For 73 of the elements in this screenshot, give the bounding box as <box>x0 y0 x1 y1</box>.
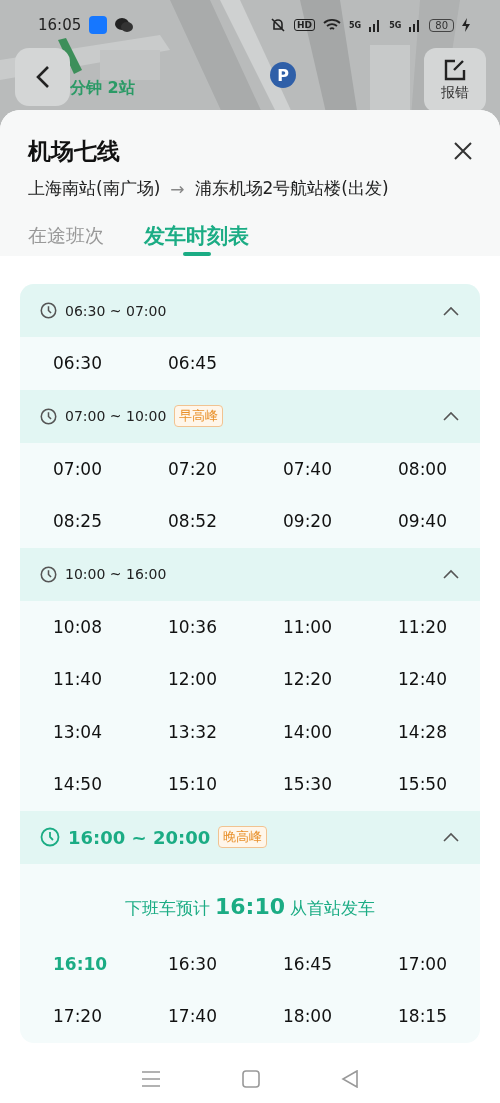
direction-arrow: → <box>170 178 185 199</box>
departure-time: 17:20 <box>52 1005 103 1029</box>
departure-time: 18:00 <box>282 1005 333 1029</box>
charging-icon <box>462 18 470 32</box>
departure-time: 07:40 <box>282 457 333 481</box>
network-label: 5G <box>389 20 402 30</box>
line-title: 机场七线 <box>28 137 120 166</box>
clock-icon <box>40 302 57 319</box>
departure-time: 10:08 <box>52 615 103 639</box>
departure-time: 09:20 <box>282 510 333 534</box>
departure-time: 09:40 <box>397 510 448 534</box>
home-button[interactable] <box>242 1070 260 1088</box>
departure-time: 07:00 <box>52 457 103 481</box>
hd-badge: HD <box>293 19 315 31</box>
period-header[interactable]: 06:30 ~ 07:00 <box>20 284 480 337</box>
departure-time: 16:45 <box>282 952 333 976</box>
departure-time: 11:00 <box>282 615 333 639</box>
departure-time: 13:04 <box>52 720 103 744</box>
departure-time: 15:30 <box>282 773 333 797</box>
peak-tag: 早高峰 <box>174 405 224 427</box>
departure-time: 14:28 <box>397 720 448 744</box>
departure-time: 10:36 <box>167 615 218 639</box>
clock-icon <box>40 407 57 425</box>
destination-stop: 浦东机场2号航站楼(出发) <box>194 177 389 200</box>
departure-time: 12:40 <box>397 668 448 692</box>
chat-icon <box>115 17 134 33</box>
signal-icon <box>369 18 382 32</box>
origin-stop: 上海南站(南广场) <box>28 177 161 200</box>
departure-time: 16:10 <box>52 952 109 976</box>
departure-time: 15:10 <box>167 773 218 797</box>
back-nav-button[interactable] <box>341 1070 360 1088</box>
signal-icon <box>409 18 422 32</box>
departure-time: 17:40 <box>167 1005 218 1029</box>
departure-time: 08:52 <box>167 510 218 534</box>
departure-time: 06:30 <box>52 352 103 376</box>
period-range: 16:00 ~ 20:00 <box>68 826 211 848</box>
report-button[interactable]: 报错 <box>424 48 486 112</box>
departure-time: 14:00 <box>282 720 333 744</box>
departure-time: 11:40 <box>52 668 103 692</box>
period-range: 10:00 ~ 16:00 <box>65 566 167 582</box>
period-range: 07:00 ~ 10:00 <box>65 408 167 424</box>
close-button[interactable] <box>452 140 474 162</box>
departure-time: 07:20 <box>167 457 218 481</box>
departure-time: 16:30 <box>167 952 218 976</box>
departure-time: 08:00 <box>397 457 448 481</box>
wifi-icon <box>323 18 341 32</box>
menu-button[interactable] <box>140 1070 161 1088</box>
departure-time: 14:50 <box>52 773 103 797</box>
departure-time: 13:32 <box>167 720 218 744</box>
period-header[interactable]: 07:00 ~ 10:00 早高峰 <box>20 389 480 443</box>
departure-time: 06:45 <box>167 352 218 376</box>
departure-time: 11:20 <box>397 615 448 639</box>
departure-time: 12:20 <box>282 668 333 692</box>
period-header[interactable]: 10:00 ~ 16:00 <box>20 547 480 601</box>
peak-tag: 晚高峰 <box>218 826 268 848</box>
clock-icon <box>40 827 60 847</box>
clock: 16:05 <box>38 16 82 34</box>
departure-notice: 下班车预计 16:10 从首站发车 <box>123 892 377 921</box>
clock-icon <box>40 565 57 583</box>
network-label: 5G <box>349 20 362 30</box>
back-button[interactable] <box>15 48 70 106</box>
battery-level: 80 <box>429 18 454 32</box>
app-icon <box>89 16 108 34</box>
route-hint: 分钟 2站 <box>70 78 135 99</box>
departure-time: 08:25 <box>52 510 103 534</box>
departure-time: 18:15 <box>397 1005 448 1029</box>
mute-icon <box>269 17 286 33</box>
edit-icon <box>443 58 467 82</box>
departure-time: 12:00 <box>167 668 218 692</box>
departure-time: 15:50 <box>397 773 448 797</box>
back-icon <box>35 65 50 89</box>
departure-time: 17:00 <box>397 952 448 976</box>
period-range: 06:30 ~ 07:00 <box>65 302 167 319</box>
